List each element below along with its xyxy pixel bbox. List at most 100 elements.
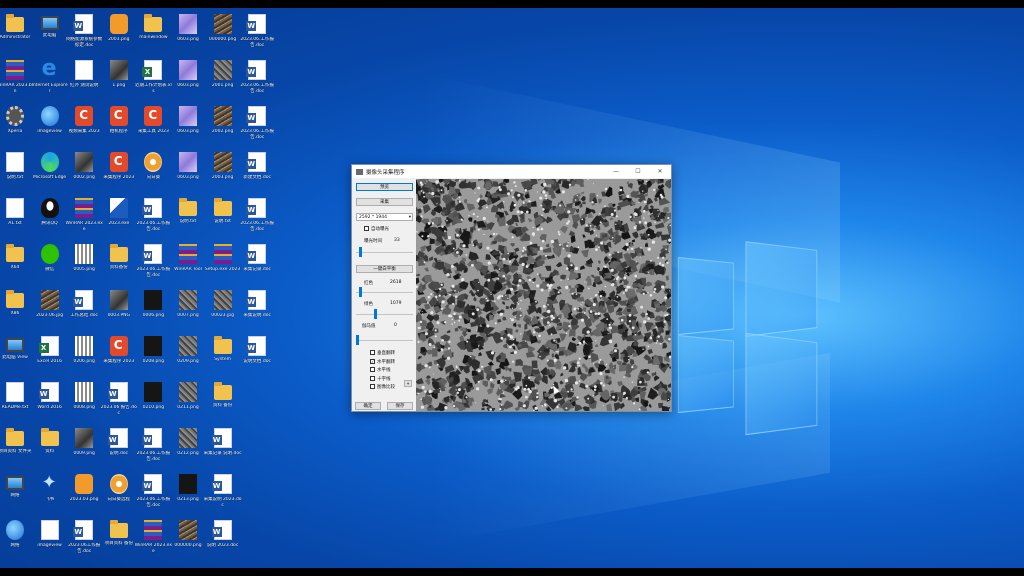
desktop-icon[interactable]: 网络 bbox=[0, 472, 34, 518]
desktop-icon[interactable]: 飞书 bbox=[31, 472, 69, 518]
desktop-icon[interactable]: WinRAR 2023.bin bbox=[0, 58, 34, 104]
desktop-icon[interactable]: 资料备份 bbox=[100, 242, 138, 288]
desktop-icon[interactable]: Excel 2016 bbox=[31, 334, 69, 380]
desktop-icon[interactable]: 2003.png bbox=[100, 12, 138, 58]
option-checkbox[interactable] bbox=[370, 350, 375, 355]
desktop-icon[interactable]: 说明.txt bbox=[204, 196, 242, 242]
desktop-icon[interactable]: 0006.png bbox=[134, 288, 172, 334]
desktop-icon[interactable]: 说明.doc bbox=[100, 426, 138, 472]
desktop-icon[interactable]: 说明 2023.doc bbox=[204, 518, 242, 564]
desktop-icon[interactable]: 向日葵远程 bbox=[100, 472, 138, 518]
desktop-icon[interactable]: Setup.exe 2023 bbox=[204, 242, 242, 288]
desktop-icon[interactable]: 采集记录 说明.doc bbox=[204, 426, 242, 472]
desktop-icon[interactable]: 1.png bbox=[100, 58, 138, 104]
desktop-icon[interactable]: 0212.png bbox=[169, 426, 207, 472]
desktop-icon[interactable]: 0603.png bbox=[169, 58, 207, 104]
desktop-icon[interactable]: 2023.06.jpg bbox=[31, 288, 69, 334]
desktop-icon[interactable]: 0003.PNG bbox=[100, 288, 138, 334]
gamma-slider-thumb[interactable] bbox=[356, 335, 359, 345]
desktop-icon[interactable]: 此电脑 View bbox=[0, 334, 34, 380]
desktop-icon[interactable]: 腾讯QQ bbox=[31, 196, 69, 242]
desktop-icon[interactable]: 2002.png bbox=[204, 104, 242, 150]
desktop-icon[interactable]: mainwindow bbox=[134, 12, 172, 58]
desktop-icon[interactable]: Microsoft Edge bbox=[31, 150, 69, 196]
desktop-icon[interactable]: 0210.png bbox=[134, 380, 172, 426]
desktop-icon[interactable]: 红外 测试说明 bbox=[65, 58, 103, 104]
desktop-icon[interactable]: Xperia bbox=[0, 104, 34, 150]
desktop-icon[interactable]: 网络 bbox=[0, 518, 34, 564]
desktop-icon[interactable]: 2023.06.工作报告.doc bbox=[134, 426, 172, 472]
desktop-icon[interactable]: 项目资料 备份 bbox=[100, 518, 138, 564]
capture-button[interactable]: 采集 bbox=[356, 198, 413, 206]
desktop-icon[interactable]: 2003.png bbox=[204, 150, 242, 196]
desktop-icon[interactable]: 项目资料 文件夹 bbox=[0, 426, 34, 472]
desktop-icon[interactable]: A1.txt bbox=[0, 196, 34, 242]
desktop-icon[interactable]: WinRAR 2023.exe bbox=[134, 518, 172, 564]
green-slider[interactable] bbox=[356, 309, 413, 319]
option-checkbox[interactable] bbox=[370, 376, 375, 381]
desktop-icon[interactable]: 近期工作计划表.xls bbox=[134, 58, 172, 104]
desktop-icon[interactable]: WinRAR 2023.exe bbox=[65, 196, 103, 242]
desktop-icon[interactable]: 0008.png bbox=[65, 380, 103, 426]
desktop-icon[interactable]: 0007.png bbox=[169, 288, 207, 334]
desktop-icon[interactable]: 说明.txt bbox=[0, 150, 34, 196]
desktop-icon[interactable]: X64 bbox=[0, 242, 34, 288]
desktop-icon[interactable]: 2023.06.工作报告.doc bbox=[238, 196, 276, 242]
desktop-icon[interactable]: 2023.06.工作报告.doc bbox=[134, 472, 172, 518]
desktop-icon[interactable]: 采集程序 2023 bbox=[100, 334, 138, 380]
desktop-icon[interactable]: 2023.03.png bbox=[65, 472, 103, 518]
desktop-icon[interactable]: 0603.png bbox=[169, 12, 207, 58]
resolution-select[interactable]: 2592 * 1944 bbox=[356, 213, 413, 221]
preview-button[interactable]: 预览 bbox=[356, 183, 413, 191]
desktop-icon[interactable]: 采集说明.doc bbox=[238, 288, 276, 334]
desktop-icon[interactable]: X86 bbox=[0, 288, 34, 334]
desktop-icon[interactable]: 资料 备份 bbox=[204, 380, 242, 426]
desktop-icon[interactable]: 2023.06.工作报告.doc bbox=[238, 104, 276, 150]
save-button[interactable]: 保存 bbox=[387, 402, 413, 410]
desktop-icon[interactable]: 0009.png bbox=[65, 426, 103, 472]
desktop-icon[interactable]: 0002.png bbox=[65, 150, 103, 196]
desktop-icon[interactable]: 网络能源系统参数标定.doc bbox=[65, 12, 103, 58]
desktop-icon[interactable]: 视频采集 2023 bbox=[65, 104, 103, 150]
desktop-icon[interactable]: Word 2016 bbox=[31, 380, 69, 426]
desktop-icon[interactable]: 微信 bbox=[31, 242, 69, 288]
desktop-icon[interactable]: 采集记录.doc bbox=[238, 242, 276, 288]
desktop-icon[interactable]: 0603.png bbox=[169, 104, 207, 150]
desktop-icon[interactable]: READMe.txt bbox=[0, 380, 34, 426]
exposure-slider[interactable] bbox=[356, 247, 413, 257]
red-slider-thumb[interactable] bbox=[359, 287, 362, 297]
desktop-icon[interactable]: 2023.06.工作报告.doc bbox=[238, 58, 276, 104]
desktop-icon[interactable]: 000000.png bbox=[204, 12, 242, 58]
gamma-slider[interactable] bbox=[356, 335, 413, 345]
desktop-icon[interactable]: 2023.06.工作报告.doc bbox=[134, 196, 172, 242]
desktop-icon[interactable]: 此电脑 bbox=[31, 12, 69, 58]
desktop-icon[interactable]: 0206.png bbox=[65, 334, 103, 380]
desktop-icon[interactable]: 新建文档.doc bbox=[238, 150, 276, 196]
crosshair-adjust-button[interactable]: + bbox=[404, 380, 412, 387]
desktop-icon[interactable]: 工作总结.doc bbox=[65, 288, 103, 334]
camera-app-window[interactable]: 摄像头采集程序 — ☐ ✕ 预览 采集 2592 * 1944 自动曝光 曝光时… bbox=[351, 164, 672, 412]
desktop-icon[interactable]: System bbox=[204, 334, 242, 380]
desktop-icon[interactable]: 2023.exe bbox=[100, 196, 138, 242]
option-checkbox[interactable]: ✓ bbox=[370, 359, 375, 364]
desktop-icon[interactable]: 0211.png bbox=[169, 380, 207, 426]
option-checkbox[interactable] bbox=[370, 367, 375, 372]
ok-button[interactable]: 确定 bbox=[355, 402, 381, 410]
desktop-icon[interactable]: 2023.06工作报告.doc bbox=[65, 518, 103, 564]
desktop-icon[interactable]: 采集工具 2023 bbox=[134, 104, 172, 150]
green-slider-thumb[interactable] bbox=[374, 309, 377, 319]
desktop-icon[interactable]: imageview bbox=[31, 518, 69, 564]
desktop-icon[interactable]: Internet Explorer bbox=[31, 58, 69, 104]
desktop-icon[interactable]: imageview bbox=[31, 104, 69, 150]
minimize-button[interactable]: — bbox=[605, 168, 627, 175]
desktop-icon[interactable]: 2023.06 报告.doc bbox=[100, 380, 138, 426]
desktop-icon[interactable]: 0209.png bbox=[169, 334, 207, 380]
white-balance-button[interactable]: 一键白平衡 bbox=[356, 265, 413, 273]
exposure-slider-thumb[interactable] bbox=[359, 247, 362, 257]
red-slider[interactable] bbox=[356, 287, 413, 297]
desktop-icon[interactable]: Administrator bbox=[0, 12, 34, 58]
desktop-icon[interactable]: 000000.png bbox=[169, 518, 207, 564]
desktop-icon[interactable]: 采集说明 2023.doc bbox=[204, 472, 242, 518]
close-button[interactable]: ✕ bbox=[649, 168, 671, 175]
desktop-icon[interactable]: 说明.txt bbox=[169, 196, 207, 242]
